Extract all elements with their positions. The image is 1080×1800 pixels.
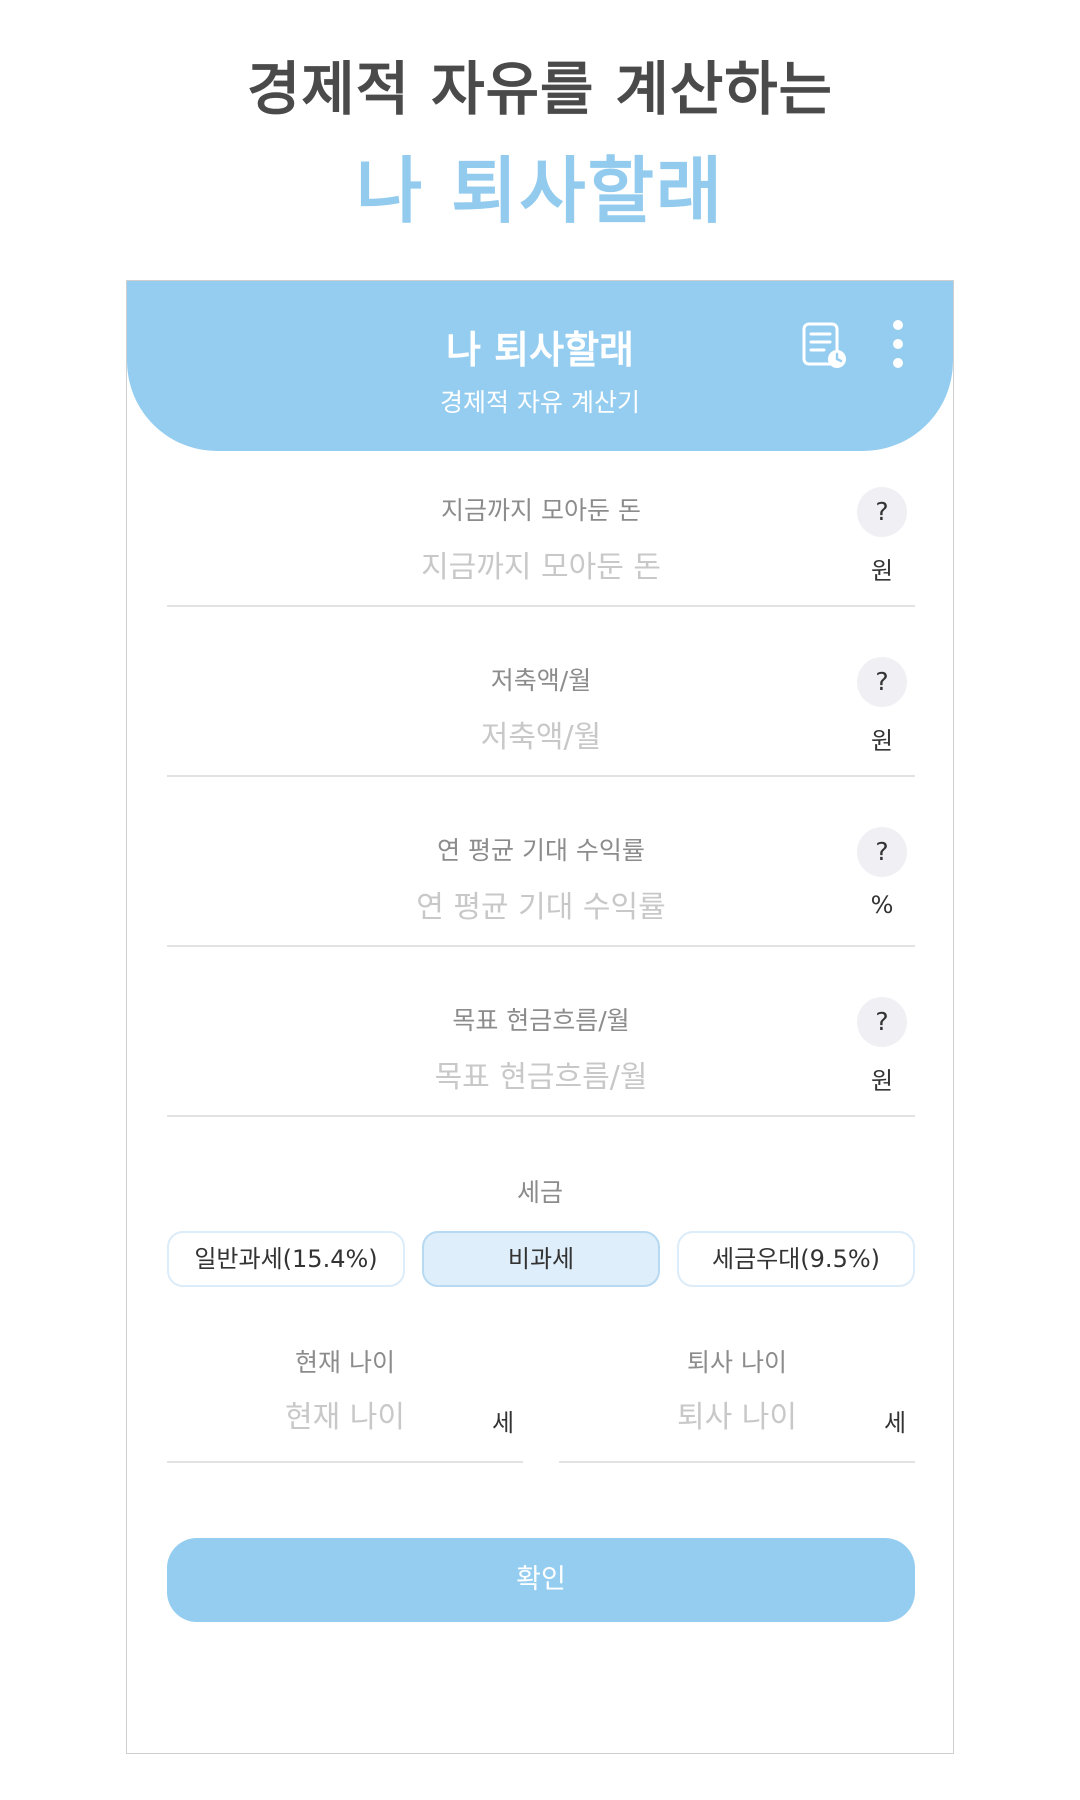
- confirm-button[interactable]: 확인: [167, 1538, 915, 1622]
- promo-headline: 경제적 자유를 계산하는: [247, 55, 833, 123]
- tax-option-preferential[interactable]: 세금우대(9.5%): [677, 1231, 915, 1287]
- field-annual-return: 연 평균 기대 수익률 ? %: [167, 827, 915, 947]
- unit-label: 원: [870, 1067, 894, 1095]
- field-label: 지금까지 모아둔 돈: [441, 496, 641, 525]
- annual-return-input[interactable]: [227, 885, 855, 929]
- field-target-cashflow: 목표 현금흐름/월 ? 원: [167, 997, 915, 1117]
- tax-option-exempt[interactable]: 비과세: [422, 1231, 660, 1287]
- field-label: 퇴사 나이: [687, 1348, 787, 1377]
- saved-money-input[interactable]: [227, 545, 855, 589]
- current-age-input[interactable]: [207, 1395, 483, 1439]
- page: 경제적 자유를 계산하는 나 퇴사할래 나 퇴사할래 경제적 자유 계산기 지금…: [0, 0, 1080, 1800]
- field-label: 현재 나이: [295, 1348, 395, 1377]
- monthly-savings-input[interactable]: [227, 715, 855, 759]
- unit-label: 세: [491, 1409, 515, 1437]
- field-label: 목표 현금흐름/월: [452, 1006, 630, 1035]
- unit-label: 세: [883, 1409, 907, 1437]
- field-current-age: 현재 나이 세: [167, 1343, 523, 1463]
- target-cashflow-input[interactable]: [227, 1055, 855, 1099]
- promo-app-name: 나 퇴사할래: [355, 149, 725, 233]
- field-monthly-savings: 저축액/월 ? 원: [167, 657, 915, 777]
- help-button[interactable]: ?: [857, 827, 907, 877]
- unit-label: 원: [870, 727, 894, 755]
- field-saved-money: 지금까지 모아둔 돈 ? 원: [167, 487, 915, 607]
- app-subtitle: 경제적 자유 계산기: [440, 388, 640, 417]
- tax-label: 세금: [516, 1178, 563, 1207]
- app-screen: 나 퇴사할래 경제적 자유 계산기 지금까지 모아둔 돈 지금까지 모아둔 돈 …: [126, 280, 954, 1754]
- field-label: 저축액/월: [490, 666, 592, 695]
- history-icon[interactable]: [800, 321, 850, 371]
- app-header: 나 퇴사할래 경제적 자유 계산기: [127, 281, 953, 451]
- more-vertical-icon[interactable]: [888, 319, 908, 369]
- tax-option-general[interactable]: 일반과세(15.4%): [167, 1231, 405, 1287]
- help-button[interactable]: ?: [857, 997, 907, 1047]
- unit-label: 원: [870, 557, 894, 585]
- unit-label: %: [870, 891, 894, 919]
- field-retire-age: 퇴사 나이 세: [559, 1343, 915, 1463]
- help-button[interactable]: ?: [857, 657, 907, 707]
- retire-age-input[interactable]: [599, 1395, 875, 1439]
- help-button[interactable]: ?: [857, 487, 907, 537]
- field-label: 연 평균 기대 수익률: [437, 836, 645, 865]
